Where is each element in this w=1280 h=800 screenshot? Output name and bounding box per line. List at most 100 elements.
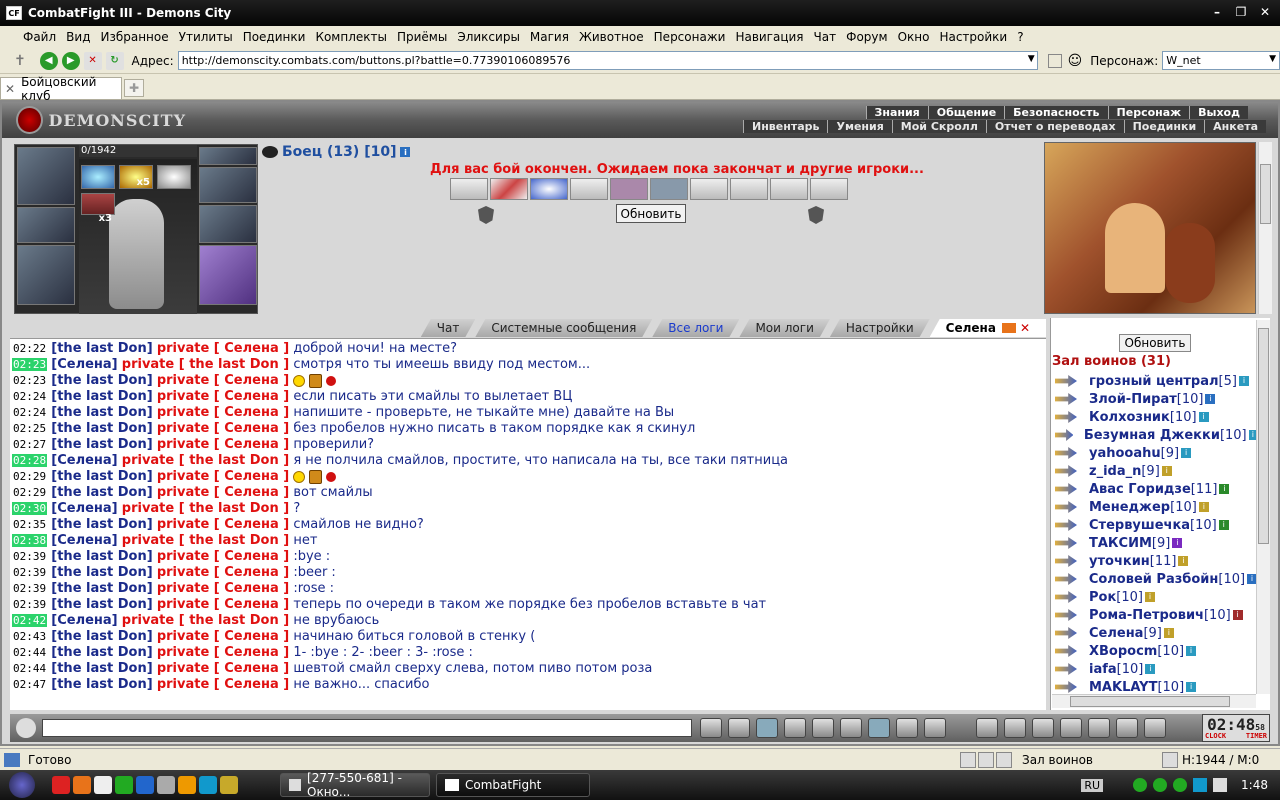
notes-icon[interactable] (978, 751, 994, 768)
arrow-icon[interactable] (1055, 555, 1077, 567)
battle-slot[interactable] (450, 178, 488, 200)
steam-icon[interactable] (157, 776, 175, 794)
info-icon[interactable]: i (1218, 520, 1229, 530)
app-icon[interactable] (94, 776, 112, 794)
private-target[interactable]: private [ the last Don ] (122, 357, 289, 372)
chat-sender[interactable]: [the last Don] (51, 517, 152, 532)
clear-icon[interactable] (1047, 53, 1062, 68)
battle-slot[interactable] (490, 178, 528, 200)
battle-slot[interactable] (770, 178, 808, 200)
arrow-icon[interactable] (1055, 573, 1077, 585)
battle-slot[interactable] (810, 178, 848, 200)
player-row[interactable]: Менеджер [10] i (1051, 498, 1257, 516)
info-icon[interactable]: i (1198, 412, 1209, 422)
rings-slot[interactable] (199, 167, 257, 203)
users-icon[interactable]: ☺ (1068, 53, 1083, 69)
menu-item[interactable]: Персонажи (649, 30, 731, 44)
menu-item[interactable]: Избранное (95, 30, 173, 44)
top-nav-item[interactable]: Анкета (1204, 120, 1266, 133)
top-nav-item[interactable]: Безопасность (1004, 106, 1108, 119)
arrow-icon[interactable] (1055, 681, 1077, 693)
top-nav-item[interactable]: Персонаж (1107, 106, 1190, 119)
player-row[interactable]: уточкин [11] i (1051, 552, 1257, 570)
arrow-icon[interactable] (1055, 591, 1077, 603)
smiley-panel-icon[interactable] (16, 718, 36, 738)
chat-sender[interactable]: [the last Don] (51, 485, 152, 500)
amulet-slot[interactable] (199, 147, 257, 165)
private-target[interactable]: private [ Селена ] (157, 677, 289, 692)
chat-sender[interactable]: [the last Don] (51, 565, 152, 580)
app-icon[interactable] (220, 776, 238, 794)
top-nav-item[interactable]: Знания (865, 106, 928, 119)
icq-icon[interactable] (1173, 778, 1188, 792)
private-target[interactable]: private [ Селена ] (157, 389, 289, 404)
player-name[interactable]: грозный централ (1089, 374, 1219, 389)
save-icon[interactable] (784, 718, 806, 738)
private-target[interactable]: private [ Селена ] (157, 485, 289, 500)
chat-tab[interactable]: Настройки (830, 319, 930, 337)
player-name[interactable]: Колхозник (1089, 410, 1170, 425)
helmet-slot[interactable] (17, 147, 75, 205)
eraser-icon[interactable] (728, 718, 750, 738)
info-icon[interactable]: i (1172, 538, 1183, 548)
chat-tab[interactable]: Системные сообщения (475, 319, 652, 337)
chat-sender[interactable]: [the last Don] (51, 597, 152, 612)
bag-icon[interactable] (1060, 718, 1082, 738)
top-nav-item[interactable]: Поединки (1123, 120, 1205, 133)
app-icon[interactable] (136, 776, 154, 794)
player-row[interactable]: z_ida_n [9] i (1051, 462, 1257, 480)
player-name[interactable]: уточкин (1089, 554, 1150, 569)
player-name[interactable]: ТАКСИМ (1089, 536, 1152, 551)
history-icon[interactable] (960, 751, 976, 768)
arrow-icon[interactable] (1055, 537, 1077, 549)
info-icon[interactable]: i (1238, 376, 1249, 386)
arrow-icon[interactable] (1055, 465, 1077, 477)
refresh-hall-button[interactable]: Обновить (1119, 334, 1191, 352)
chat-sender[interactable]: [the last Don] (51, 405, 152, 420)
bluetooth-icon[interactable] (1193, 778, 1208, 792)
player-name[interactable]: MAKLAYT (1089, 680, 1157, 695)
player-row[interactable]: Авас Горидзе [11] i (1051, 480, 1257, 498)
persona-select[interactable]: W_net ▼ (1162, 51, 1280, 70)
armor-slot[interactable] (199, 205, 257, 243)
player-row[interactable]: yahooahu [9] i (1051, 444, 1257, 462)
menu-item[interactable]: Вид (61, 30, 95, 44)
minimize-button[interactable]: – (1206, 2, 1228, 22)
chat-sender[interactable]: [the last Don] (51, 645, 152, 660)
private-target[interactable]: private [ Селена ] (157, 373, 289, 388)
fighter-name[interactable]: Боец (13) [10] (282, 144, 396, 160)
chat-sender[interactable]: [the last Don] (51, 421, 152, 436)
close-icon[interactable]: ✕ (5, 82, 15, 96)
arrow-icon[interactable] (1055, 411, 1077, 423)
potion-icon[interactable] (976, 718, 998, 738)
private-target[interactable]: private [ Селена ] (157, 341, 289, 356)
player-row[interactable]: Рома-Петрович [10] i (1051, 606, 1257, 624)
new-tab-button[interactable]: ✚ (124, 79, 144, 97)
filter-icon[interactable] (756, 718, 778, 738)
info-icon[interactable]: i (1205, 394, 1216, 404)
chat-sender[interactable]: [the last Don] (51, 581, 152, 596)
player-name[interactable]: Соловей Разбойн (1089, 572, 1219, 587)
refresh-icon[interactable]: ↻ (105, 51, 124, 70)
info-icon[interactable]: i (1186, 646, 1197, 656)
chat-sender[interactable]: [the last Don] (51, 661, 152, 676)
music-icon[interactable] (868, 718, 890, 738)
menu-item[interactable]: Комплекты (310, 30, 392, 44)
private-target[interactable]: private [ Селена ] (157, 645, 289, 660)
chat-sender[interactable]: [the last Don] (51, 341, 152, 356)
potion-slot[interactable]: x3 (81, 193, 115, 224)
chevron-down-icon[interactable]: ▼ (1269, 54, 1276, 64)
arrow-icon[interactable] (1055, 609, 1077, 621)
smile-icon[interactable] (896, 718, 918, 738)
rune-slot[interactable]: x5 (119, 165, 153, 189)
player-name[interactable]: yahooahu (1089, 446, 1161, 461)
stop-icon[interactable]: ✕ (83, 51, 102, 70)
menu-item[interactable]: ? (1012, 30, 1028, 44)
info-icon[interactable]: i (1161, 466, 1172, 476)
battle-slot[interactable] (610, 178, 648, 200)
battle-slot[interactable] (690, 178, 728, 200)
player-row[interactable]: Стервушечка [10] i (1051, 516, 1257, 534)
top-scrollbar[interactable] (1258, 142, 1272, 314)
chat-input[interactable] (42, 719, 692, 737)
menu-item[interactable]: Приёмы (392, 30, 452, 44)
